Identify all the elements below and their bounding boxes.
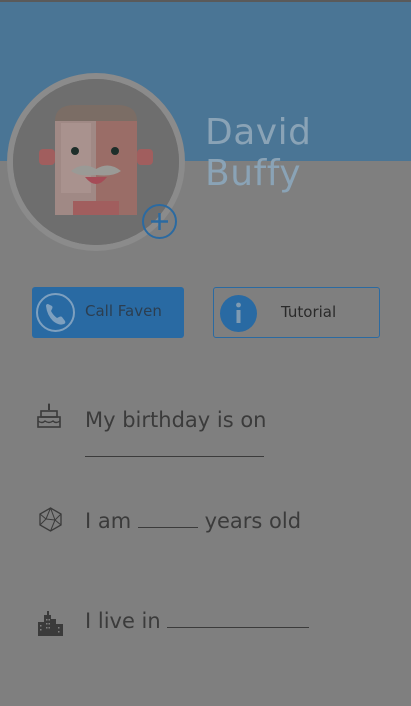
birthday-label: My birthday is on: [85, 408, 267, 432]
call-button-label: Call Faven: [85, 302, 162, 320]
city-icon: [38, 611, 63, 636]
live-label: I live in: [85, 609, 161, 633]
phone-icon: [36, 293, 75, 332]
call-button[interactable]: Call Faven: [32, 287, 184, 338]
plus-icon: [151, 213, 168, 230]
tutorial-button-label: Tutorial: [281, 303, 337, 321]
age-row: I am years old: [85, 509, 301, 533]
info-icon: [220, 295, 257, 332]
live-row: I live in: [85, 609, 310, 633]
age-prefix: I am: [85, 509, 132, 533]
globe-icon: [39, 507, 62, 532]
profile-name: David Buffy: [205, 112, 312, 194]
tutorial-button[interactable]: Tutorial: [213, 287, 380, 338]
header-divider: [0, 0, 411, 2]
age-suffix: years old: [204, 509, 302, 533]
live-blank[interactable]: [167, 612, 310, 628]
birthday-blank[interactable]: [85, 441, 264, 457]
age-blank[interactable]: [137, 512, 198, 528]
add-photo-button[interactable]: [142, 204, 177, 239]
cake-icon: [37, 403, 61, 428]
